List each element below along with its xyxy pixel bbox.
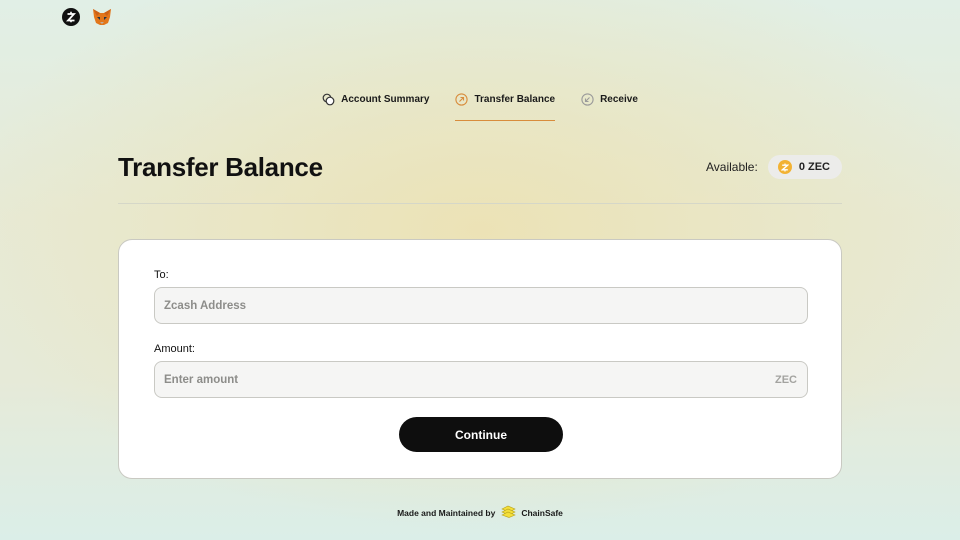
zcash-address-input[interactable]: Zcash Address [154,287,808,324]
tab-account-summary[interactable]: Account Summary [322,88,429,110]
divider [118,203,842,204]
tab-bar: Account Summary Transfer Balance Receive [0,88,960,121]
available-label: Available: [705,160,758,174]
footer-made-by: Made and Maintained by [397,507,496,518]
tab-receive[interactable]: Receive [581,88,638,110]
metamask-fox-icon [92,8,112,26]
arrow-down-left-icon [581,92,594,106]
footer: Made and Maintained by ChainSafe [0,505,960,520]
tab-label: Transfer Balance [474,93,556,105]
chainsafe-label: ChainSafe [521,507,563,518]
chainsafe-logo-icon [501,505,517,520]
amount-input[interactable]: Enter amount ZEC [154,361,808,398]
address-placeholder: Zcash Address [164,299,247,312]
chainsafe-brand[interactable]: ChainSafe [501,505,563,520]
balance-value: 0 ZEC [798,161,830,173]
zcash-logo-icon [62,8,80,26]
balance-badge: 0 ZEC [767,155,842,179]
arrow-up-right-icon [455,92,469,106]
amount-placeholder: Enter amount [164,373,239,386]
coins-icon [322,93,335,106]
tab-label: Account Summary [341,93,430,105]
page-title: Transfer Balance [118,151,323,182]
available-balance: Available: 0 ZEC [706,155,842,179]
tab-label: Receive [600,93,638,105]
page-header: Transfer Balance Available: 0 ZEC [118,150,842,184]
top-logos [62,8,112,26]
to-label: To: [154,269,169,281]
transfer-form-card: To: Zcash Address Amount: Enter amount Z… [118,239,842,479]
continue-button[interactable]: Continue [399,417,563,452]
tab-transfer-balance[interactable]: Transfer Balance [455,88,556,121]
amount-label: Amount: [154,343,195,355]
amount-unit: ZEC [775,373,797,386]
zec-coin-icon [777,160,792,174]
